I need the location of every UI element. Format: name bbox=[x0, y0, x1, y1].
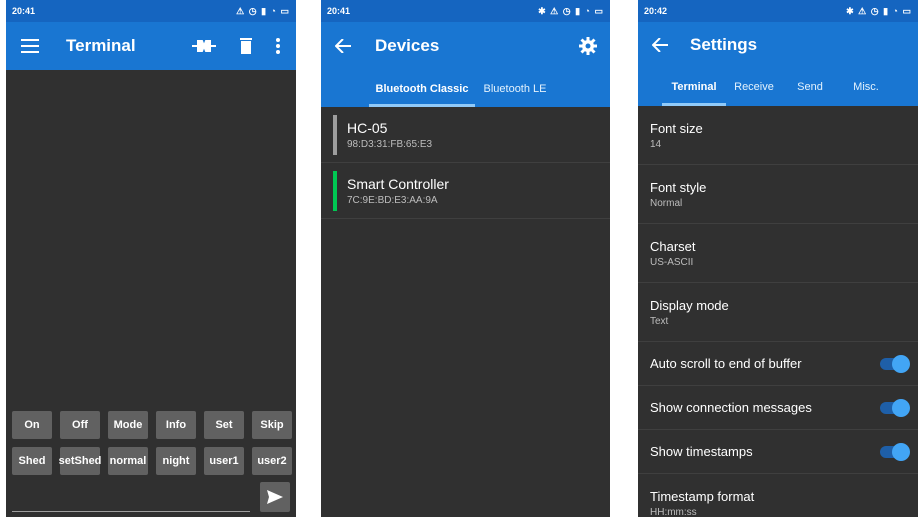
gear-icon[interactable] bbox=[578, 37, 598, 55]
send-button[interactable] bbox=[260, 482, 290, 512]
device-list: HC-05 98:D3:31:FB:65:E3 Smart Controller… bbox=[321, 107, 610, 219]
macro-button[interactable]: user1 bbox=[204, 447, 244, 475]
toggle-switch[interactable] bbox=[880, 442, 910, 461]
status-icons: ✱ ⚠ ◷ ▮ ◔ ▭ bbox=[538, 5, 604, 16]
setting-display-mode[interactable]: Display mode Text bbox=[638, 283, 918, 342]
tab-bluetooth-le[interactable]: Bluetooth LE bbox=[475, 70, 555, 107]
send-input[interactable] bbox=[12, 482, 250, 512]
send-row bbox=[12, 480, 290, 514]
setting-font-style[interactable]: Font style Normal bbox=[638, 165, 918, 224]
setting-auto-scroll[interactable]: Auto scroll to end of buffer bbox=[638, 342, 918, 386]
trash-icon[interactable] bbox=[236, 34, 256, 58]
macro-button[interactable]: Skip bbox=[252, 411, 292, 439]
more-vert-icon[interactable] bbox=[272, 34, 284, 58]
toggle-knob bbox=[892, 442, 910, 461]
back-arrow-icon[interactable] bbox=[650, 38, 670, 52]
page-title: Terminal bbox=[66, 36, 136, 55]
setting-label: Charset bbox=[650, 238, 696, 254]
setting-timestamp-format[interactable]: Timestamp format HH:mm:ss bbox=[638, 474, 918, 517]
status-bar: 20:42 ✱ ⚠ ◷ ▮ ◔ ▭ bbox=[638, 0, 918, 22]
tab-terminal[interactable]: Terminal bbox=[662, 68, 726, 106]
setting-label: Font style bbox=[650, 179, 707, 195]
page-title: Devices bbox=[375, 36, 440, 55]
macro-button[interactable]: Off bbox=[60, 411, 100, 439]
tab-misc[interactable]: Misc. bbox=[838, 68, 894, 106]
toggle-knob bbox=[892, 398, 910, 417]
device-address: 7C:9E:BD:E3:AA:9A bbox=[347, 194, 438, 206]
status-time: 20:42 bbox=[644, 6, 668, 16]
macro-row-1: On Off Mode Info Set Skip bbox=[12, 411, 292, 439]
setting-timestamps[interactable]: Show timestamps bbox=[638, 430, 918, 474]
macro-button[interactable]: On bbox=[12, 411, 52, 439]
device-status-bar bbox=[333, 114, 337, 155]
page-title: Settings bbox=[690, 35, 758, 54]
macro-button[interactable]: Info bbox=[156, 411, 196, 439]
status-time: 20:41 bbox=[12, 6, 36, 16]
toggle-switch[interactable] bbox=[880, 398, 910, 417]
device-address: 98:D3:31:FB:65:E3 bbox=[347, 138, 433, 150]
settings-screen: 20:42 ✱ ⚠ ◷ ▮ ◔ ▭ Settings Terminal Rece… bbox=[638, 0, 918, 517]
device-name: Smart Controller bbox=[347, 175, 449, 192]
devices-screen: 20:41 ✱ ⚠ ◷ ▮ ◔ ▭ Devices Bluetooth Clas… bbox=[321, 0, 610, 517]
tab-send[interactable]: Send bbox=[782, 68, 838, 106]
setting-value: 14 bbox=[650, 138, 662, 150]
connect-icon[interactable] bbox=[188, 34, 220, 58]
app-bar: Settings bbox=[638, 22, 918, 68]
setting-label: Auto scroll to end of buffer bbox=[650, 356, 802, 371]
toggle-switch[interactable] bbox=[880, 354, 910, 373]
device-item[interactable]: HC-05 98:D3:31:FB:65:E3 bbox=[321, 107, 610, 163]
status-icons: ⚠ ◷ ▮ ◔ ▭ bbox=[236, 5, 290, 16]
status-icons: ✱ ⚠ ◷ ▮ ◔ ▭ bbox=[846, 5, 912, 16]
setting-label: Show connection messages bbox=[650, 400, 812, 415]
device-name: HC-05 bbox=[347, 119, 388, 136]
macro-button[interactable]: normal bbox=[108, 447, 148, 475]
setting-value: Text bbox=[650, 315, 669, 327]
macro-button[interactable]: Shed bbox=[12, 447, 52, 475]
status-bar: 20:41 ⚠ ◷ ▮ ◔ ▭ bbox=[6, 0, 296, 22]
setting-font-size[interactable]: Font size 14 bbox=[638, 106, 918, 165]
tab-bar: Terminal Receive Send Misc. bbox=[638, 68, 918, 106]
device-status-bar bbox=[333, 170, 337, 211]
macro-button[interactable]: night bbox=[156, 447, 196, 475]
device-item[interactable]: Smart Controller 7C:9E:BD:E3:AA:9A bbox=[321, 163, 610, 219]
toggle-knob bbox=[892, 354, 910, 373]
setting-connection-messages[interactable]: Show connection messages bbox=[638, 386, 918, 430]
settings-list: Font size 14 Font style Normal Charset U… bbox=[638, 106, 918, 517]
app-bar: Terminal bbox=[6, 22, 296, 70]
send-icon bbox=[267, 490, 283, 504]
status-bar: 20:41 ✱ ⚠ ◷ ▮ ◔ ▭ bbox=[321, 0, 610, 22]
tab-receive[interactable]: Receive bbox=[726, 68, 782, 106]
macro-button[interactable]: user2 bbox=[252, 447, 292, 475]
setting-value: US-ASCII bbox=[650, 256, 694, 268]
setting-label: Font size bbox=[650, 120, 703, 136]
back-arrow-icon[interactable] bbox=[333, 39, 353, 53]
menu-icon[interactable] bbox=[18, 34, 42, 58]
macro-row-2: Shed setShed normal night user1 user2 bbox=[12, 447, 292, 475]
macro-button[interactable]: Set bbox=[204, 411, 244, 439]
setting-label: Display mode bbox=[650, 297, 729, 313]
terminal-output[interactable] bbox=[6, 70, 296, 408]
tab-bar: Bluetooth Classic Bluetooth LE bbox=[321, 70, 610, 107]
tab-bluetooth-classic[interactable]: Bluetooth Classic bbox=[369, 70, 475, 107]
app-bar: Devices bbox=[321, 22, 610, 70]
setting-value: HH:mm:ss bbox=[650, 506, 697, 517]
status-time: 20:41 bbox=[327, 6, 351, 16]
setting-charset[interactable]: Charset US-ASCII bbox=[638, 224, 918, 283]
setting-label: Timestamp format bbox=[650, 488, 755, 504]
setting-value: Normal bbox=[650, 197, 683, 209]
macro-button[interactable]: Mode bbox=[108, 411, 148, 439]
terminal-screen: 20:41 ⚠ ◷ ▮ ◔ ▭ Terminal On Off Mode Inf… bbox=[6, 0, 296, 517]
macro-button[interactable]: setShed bbox=[59, 447, 101, 475]
setting-label: Show timestamps bbox=[650, 444, 753, 459]
